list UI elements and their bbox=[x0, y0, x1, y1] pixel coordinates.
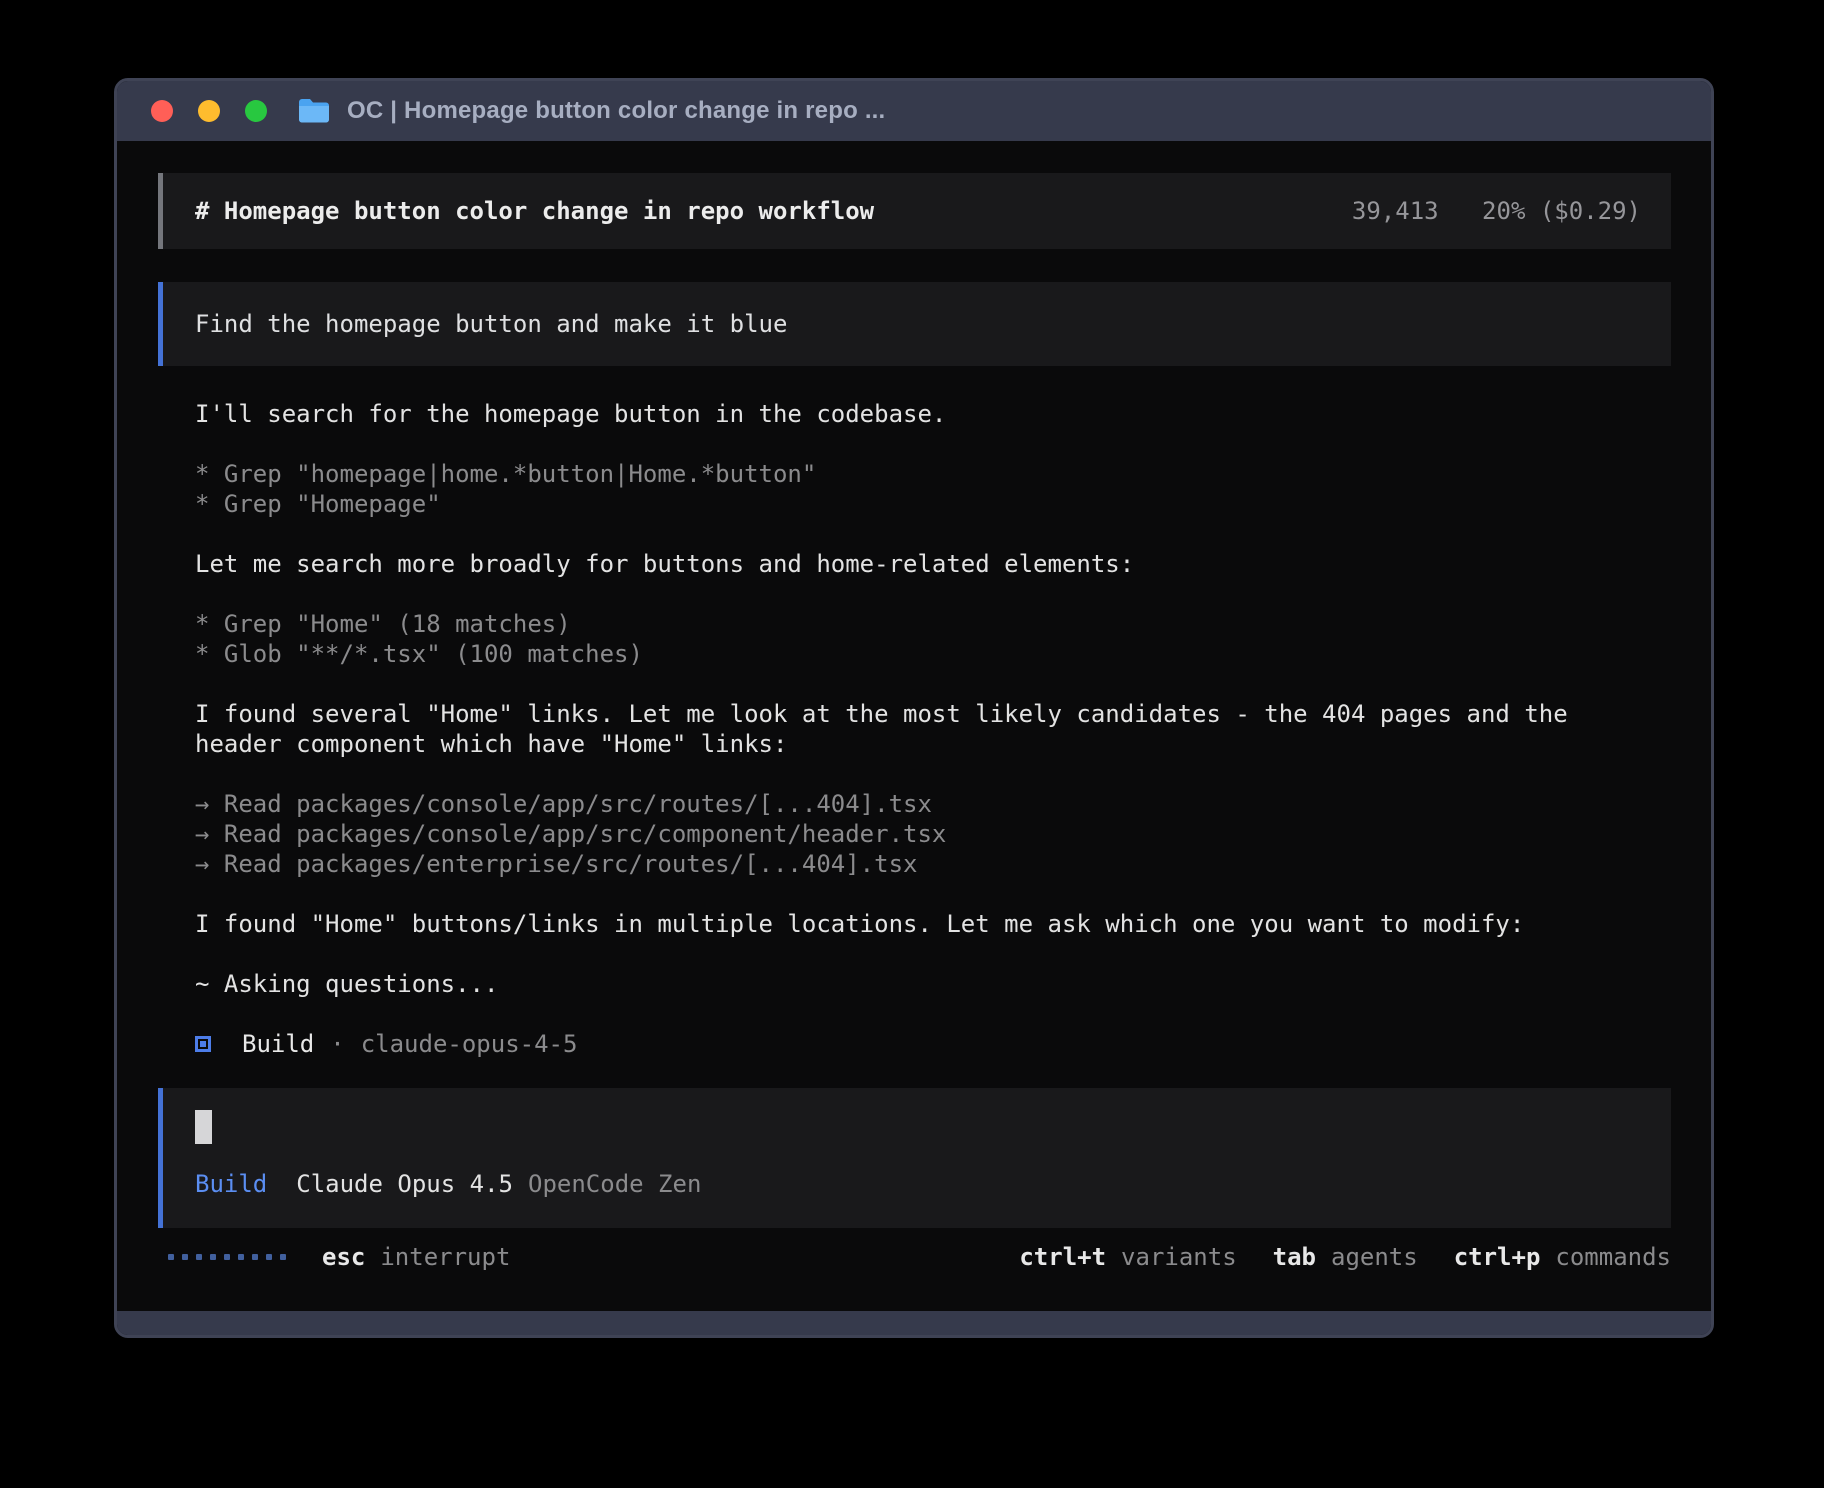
shortcut-agents: tab agents bbox=[1273, 1242, 1418, 1272]
traffic-lights bbox=[151, 100, 267, 122]
tool-call-read: → Read packages/console/app/src/routes/[… bbox=[195, 789, 1638, 819]
tool-call-read: → Read packages/console/app/src/componen… bbox=[195, 819, 1638, 849]
shortcut-label: agents bbox=[1331, 1242, 1418, 1272]
shortcut-commands: ctrl+p commands bbox=[1454, 1242, 1671, 1272]
assistant-paragraph: Let me search more broadly for buttons a… bbox=[195, 549, 1638, 579]
window-titlebar[interactable]: OC | Homepage button color change in rep… bbox=[117, 81, 1711, 141]
build-agent-icon bbox=[195, 1036, 211, 1052]
spinner-dot bbox=[266, 1254, 272, 1260]
zoom-button[interactable] bbox=[245, 100, 267, 122]
spinner-dot bbox=[252, 1254, 258, 1260]
user-message: Find the homepage button and make it blu… bbox=[158, 282, 1671, 366]
esc-key-label: interrupt bbox=[380, 1242, 510, 1272]
working-spinner-dots bbox=[168, 1254, 286, 1260]
input-mode-label: Build bbox=[195, 1169, 267, 1199]
assistant-paragraph: I found "Home" buttons/links in multiple… bbox=[195, 909, 1638, 939]
assistant-text: I'll search for the homepage button in t… bbox=[195, 399, 1638, 429]
tool-call-grep: * Grep "Home" (18 matches) bbox=[195, 609, 1638, 639]
terminal-content: # Homepage button color change in repo w… bbox=[117, 141, 1711, 1311]
assistant-transcript: I'll search for the homepage button in t… bbox=[158, 399, 1638, 1059]
assistant-status: ~ Asking questions... bbox=[195, 969, 1638, 999]
tool-call-read: → Read packages/enterprise/src/routes/[.… bbox=[195, 849, 1638, 879]
window-footer-strip bbox=[117, 1311, 1711, 1335]
input-model-label: Claude Opus 4.5 bbox=[296, 1169, 513, 1199]
assistant-text: I found "Home" buttons/links in multiple… bbox=[195, 909, 1638, 939]
status-right: ctrl+t variants tab agents ctrl+p comman… bbox=[1019, 1242, 1671, 1272]
shortcut-variants: ctrl+t variants bbox=[1019, 1242, 1236, 1272]
input-provider-label: OpenCode Zen bbox=[528, 1169, 701, 1199]
build-agent-icon-inner bbox=[200, 1041, 206, 1047]
assistant-paragraph: I'll search for the homepage button in t… bbox=[195, 399, 1638, 429]
spinner-dot bbox=[196, 1254, 202, 1260]
input-meta: Build Claude Opus 4.5 OpenCode Zen bbox=[195, 1169, 1671, 1199]
spinner-dot bbox=[280, 1254, 286, 1260]
minimize-button[interactable] bbox=[198, 100, 220, 122]
esc-key-hint: esc bbox=[322, 1242, 365, 1272]
tool-call-glob: * Glob "**/*.tsx" (100 matches) bbox=[195, 639, 1638, 669]
agent-model: claude-opus-4-5 bbox=[361, 1029, 578, 1059]
status-bar: esc interrupt ctrl+t variants tab agents… bbox=[158, 1240, 1671, 1274]
agent-separator: · bbox=[330, 1029, 344, 1059]
assistant-paragraph: I found several "Home" links. Let me loo… bbox=[195, 699, 1638, 759]
assistant-text: Let me search more broadly for buttons a… bbox=[195, 549, 1638, 579]
terminal-window: OC | Homepage button color change in rep… bbox=[114, 78, 1714, 1338]
spinner-dot bbox=[238, 1254, 244, 1260]
user-message-text: Find the homepage button and make it blu… bbox=[195, 309, 787, 339]
tool-call-group: → Read packages/console/app/src/routes/[… bbox=[195, 789, 1638, 879]
spinner-dot bbox=[168, 1254, 174, 1260]
shortcut-label: commands bbox=[1555, 1242, 1671, 1272]
spinner-dot bbox=[182, 1254, 188, 1260]
session-stats: 39,413 20% ($0.29) bbox=[1352, 196, 1641, 226]
spinner-dot bbox=[210, 1254, 216, 1260]
tool-call-group: * Grep "homepage|home.*button|Home.*butt… bbox=[195, 459, 1638, 519]
shortcut-key: ctrl+t bbox=[1019, 1242, 1106, 1272]
context-usage-cost: 20% ($0.29) bbox=[1482, 197, 1641, 225]
folder-icon bbox=[297, 97, 331, 125]
shortcut-key: ctrl+p bbox=[1454, 1242, 1541, 1272]
agent-attribution: Build · claude-opus-4-5 bbox=[195, 1029, 1638, 1059]
shortcut-label: variants bbox=[1121, 1242, 1237, 1272]
assistant-text: I found several "Home" links. Let me loo… bbox=[195, 699, 1638, 759]
prompt-input[interactable]: Build Claude Opus 4.5 OpenCode Zen bbox=[158, 1088, 1671, 1228]
tool-call-grep: * Grep "Homepage" bbox=[195, 489, 1638, 519]
tool-call-group: * Grep "Home" (18 matches) * Glob "**/*.… bbox=[195, 609, 1638, 669]
close-button[interactable] bbox=[151, 100, 173, 122]
tool-call-grep: * Grep "homepage|home.*button|Home.*butt… bbox=[195, 459, 1638, 489]
text-cursor bbox=[195, 1110, 212, 1144]
asking-questions-status: ~ Asking questions... bbox=[195, 969, 1638, 999]
session-header: # Homepage button color change in repo w… bbox=[158, 173, 1671, 249]
token-count: 39,413 bbox=[1352, 197, 1439, 225]
shortcut-key: tab bbox=[1273, 1242, 1316, 1272]
status-left: esc interrupt bbox=[168, 1242, 510, 1272]
agent-name: Build bbox=[242, 1029, 314, 1059]
window-title: OC | Homepage button color change in rep… bbox=[347, 97, 885, 125]
session-title: # Homepage button color change in repo w… bbox=[195, 196, 874, 226]
spinner-dot bbox=[224, 1254, 230, 1260]
